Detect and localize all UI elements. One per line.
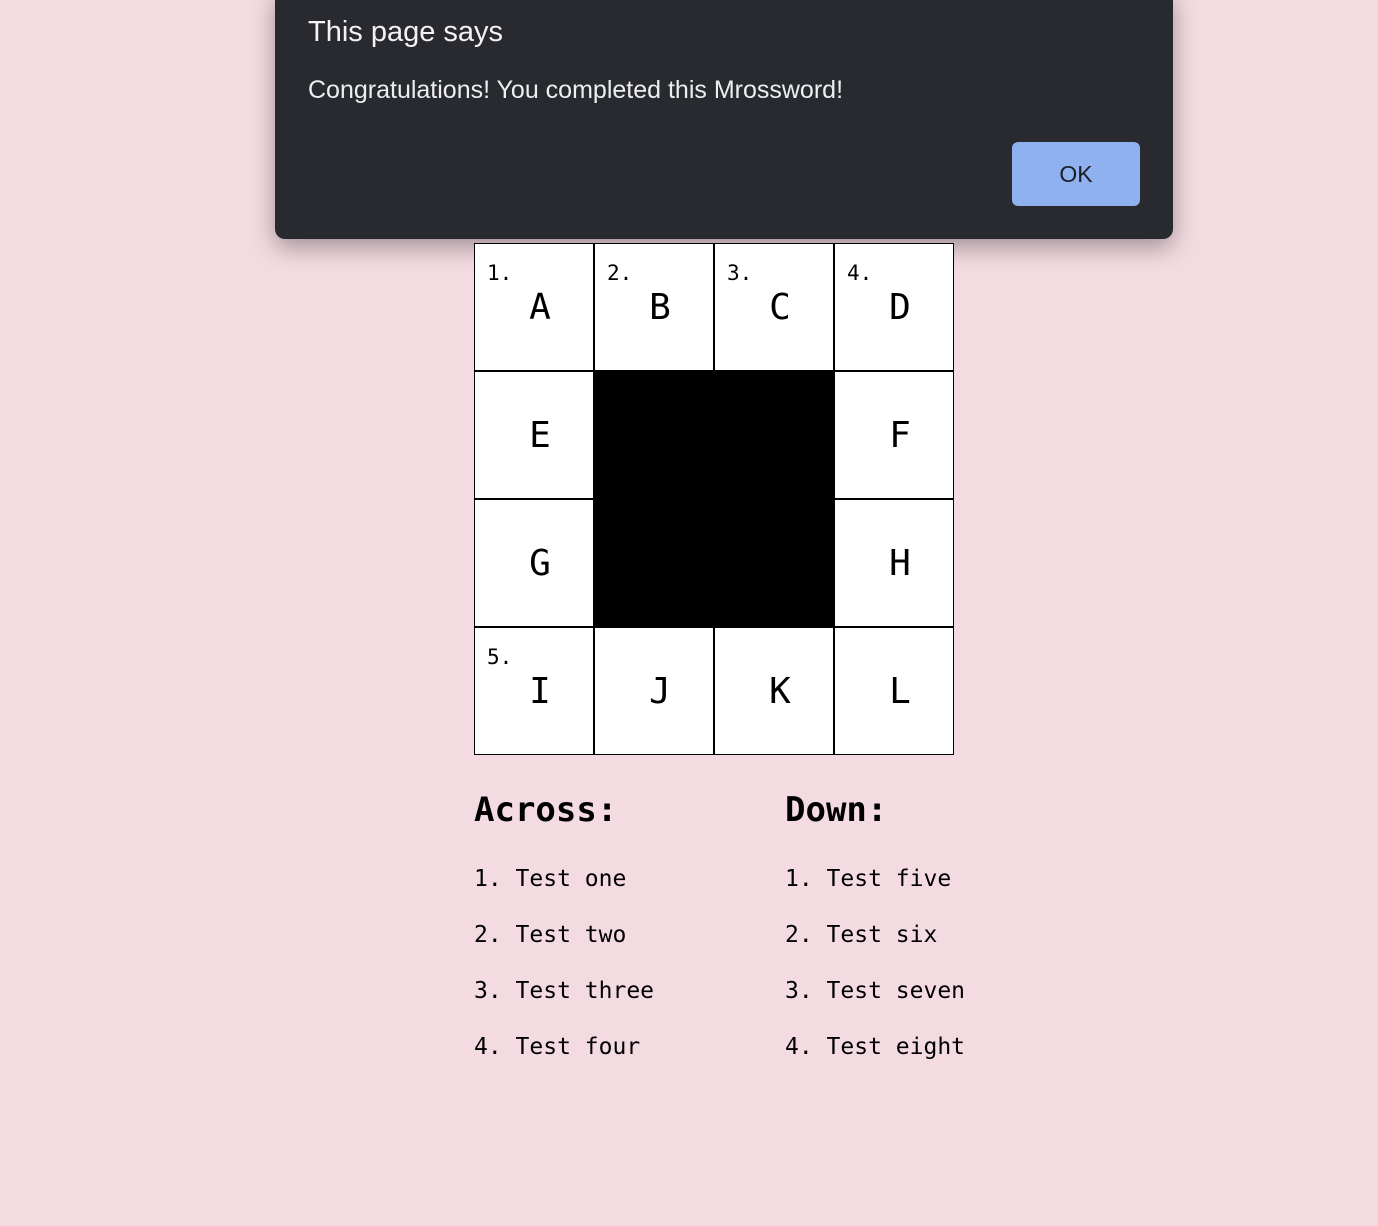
cell-letter: D: [889, 287, 911, 328]
clue-number: 5.: [487, 645, 513, 669]
grid-cell[interactable]: H: [834, 499, 954, 627]
grid-block-cell: [594, 499, 714, 627]
cell-letter: K: [769, 671, 791, 712]
grid-cell[interactable]: 3. C: [714, 243, 834, 371]
ok-button[interactable]: OK: [1012, 142, 1140, 206]
clue-item: 1. Test five: [785, 866, 952, 892]
grid-cell[interactable]: K: [714, 627, 834, 755]
clue-number: 1.: [487, 261, 513, 285]
clue-item: 3. Test three: [474, 978, 655, 1004]
clue-number: 4.: [847, 261, 873, 285]
cell-letter: G: [529, 543, 551, 584]
clue-item: 4. Test eight: [785, 1034, 966, 1060]
cell-letter: L: [889, 671, 911, 712]
alert-dialog: This page says Congratulations! You comp…: [275, 0, 1173, 239]
crossword-grid: 1. A 2. B 3. C 4. D E F G H 5. I J K L: [474, 243, 954, 755]
clue-number: 2.: [607, 261, 633, 285]
cell-letter: A: [529, 287, 551, 328]
clue-item: 3. Test seven: [785, 978, 966, 1004]
grid-block-cell: [714, 371, 834, 499]
grid-cell[interactable]: 1. A: [474, 243, 594, 371]
grid-cell[interactable]: G: [474, 499, 594, 627]
cell-letter: H: [889, 543, 911, 584]
down-clues: Down: 1. Test five 2. Test six 3. Test s…: [785, 786, 985, 1088]
cell-letter: F: [889, 415, 911, 456]
cell-letter: I: [529, 671, 551, 712]
down-heading: Down:: [785, 790, 888, 830]
clue-item: 2. Test two: [474, 922, 627, 948]
cell-letter: C: [769, 287, 791, 328]
grid-cell[interactable]: 2. B: [594, 243, 714, 371]
across-clues: Across: 1. Test one 2. Test two 3. Test …: [474, 786, 674, 1088]
grid-cell[interactable]: L: [834, 627, 954, 755]
grid-cell[interactable]: 4. D: [834, 243, 954, 371]
clue-item: 2. Test six: [785, 922, 938, 948]
grid-cell[interactable]: J: [594, 627, 714, 755]
clue-item: 1. Test one: [474, 866, 627, 892]
cell-letter: J: [649, 671, 671, 712]
cell-letter: B: [649, 287, 671, 328]
cell-letter: E: [529, 415, 551, 456]
grid-cell[interactable]: E: [474, 371, 594, 499]
dialog-title: This page says: [308, 16, 504, 48]
grid-cell[interactable]: F: [834, 371, 954, 499]
grid-block-cell: [594, 371, 714, 499]
grid-block-cell: [714, 499, 834, 627]
across-heading: Across:: [474, 790, 618, 830]
clue-number: 3.: [727, 261, 753, 285]
grid-cell[interactable]: 5. I: [474, 627, 594, 755]
clue-item: 4. Test four: [474, 1034, 641, 1060]
dialog-message: Congratulations! You completed this Mros…: [308, 76, 844, 104]
